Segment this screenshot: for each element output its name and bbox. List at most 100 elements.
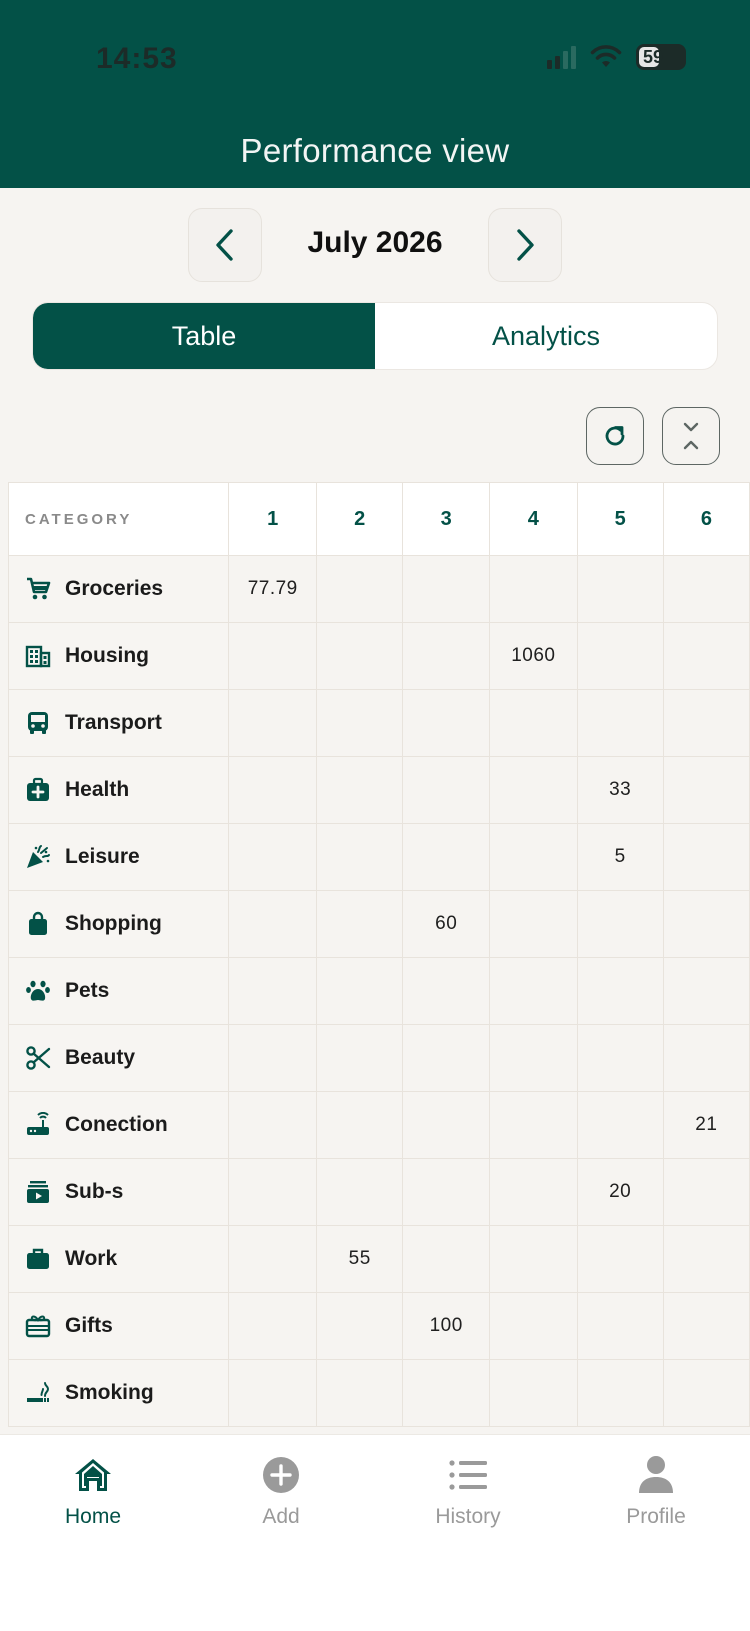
tab-add[interactable]: Add xyxy=(211,1453,351,1529)
amount-cell[interactable] xyxy=(316,756,404,824)
amount-cell[interactable] xyxy=(316,622,404,690)
category-cell[interactable]: Leisure xyxy=(8,823,230,891)
tab-profile[interactable]: Profile xyxy=(586,1453,726,1529)
amount-cell[interactable] xyxy=(402,555,491,623)
amount-cell[interactable] xyxy=(489,890,578,958)
category-cell[interactable]: Beauty xyxy=(8,1024,230,1092)
amount-cell[interactable] xyxy=(228,890,318,958)
category-cell[interactable]: Sub-s xyxy=(8,1158,230,1226)
amount-cell[interactable] xyxy=(402,1024,491,1092)
amount-cell[interactable] xyxy=(228,957,318,1025)
amount-cell[interactable]: 33 xyxy=(576,756,664,824)
amount-cell[interactable]: 1060 xyxy=(489,622,578,690)
amount-cell[interactable] xyxy=(662,957,750,1025)
amount-cell[interactable] xyxy=(662,890,750,958)
amount-cell[interactable] xyxy=(576,890,664,958)
amount-cell[interactable] xyxy=(489,1359,578,1427)
amount-cell[interactable] xyxy=(489,1091,578,1159)
amount-cell[interactable] xyxy=(489,1024,578,1092)
amount-cell[interactable] xyxy=(576,1225,664,1293)
amount-cell[interactable] xyxy=(576,555,664,623)
amount-cell[interactable] xyxy=(316,1359,404,1427)
amount-cell[interactable] xyxy=(228,1359,318,1427)
amount-cell[interactable] xyxy=(402,622,491,690)
category-cell[interactable]: Gifts xyxy=(8,1292,230,1360)
amount-cell[interactable]: 100 xyxy=(402,1292,491,1360)
amount-cell[interactable] xyxy=(316,1024,404,1092)
amount-cell[interactable] xyxy=(316,555,404,623)
amount-cell[interactable] xyxy=(662,1359,750,1427)
amount-cell[interactable] xyxy=(316,890,404,958)
amount-cell[interactable] xyxy=(228,1225,318,1293)
amount-cell[interactable] xyxy=(662,1225,750,1293)
amount-cell[interactable] xyxy=(228,823,318,891)
amount-cell[interactable] xyxy=(576,622,664,690)
amount-cell[interactable] xyxy=(489,1158,578,1226)
amount-cell[interactable] xyxy=(576,1292,664,1360)
amount-cell[interactable] xyxy=(662,756,750,824)
amount-cell[interactable] xyxy=(402,1225,491,1293)
amount-cell[interactable] xyxy=(316,957,404,1025)
amount-cell[interactable] xyxy=(489,555,578,623)
amount-cell[interactable] xyxy=(576,689,664,757)
amount-cell[interactable] xyxy=(489,1225,578,1293)
amount-cell[interactable] xyxy=(228,756,318,824)
category-cell[interactable]: Shopping xyxy=(8,890,230,958)
amount-cell[interactable] xyxy=(402,1359,491,1427)
amount-cell[interactable] xyxy=(489,756,578,824)
amount-cell[interactable] xyxy=(402,823,491,891)
category-cell[interactable]: Conection xyxy=(8,1091,230,1159)
next-month-button[interactable] xyxy=(488,208,562,282)
category-cell[interactable]: Smoking xyxy=(8,1359,230,1427)
performance-table[interactable]: CATEGORY 1 2 3 4 5 6 Groceries 77.79 Housi… xyxy=(8,482,750,1434)
amount-cell[interactable] xyxy=(662,622,750,690)
amount-cell[interactable] xyxy=(489,957,578,1025)
amount-cell[interactable] xyxy=(402,1091,491,1159)
amount-cell[interactable] xyxy=(228,1024,318,1092)
amount-cell[interactable] xyxy=(576,1359,664,1427)
amount-cell[interactable] xyxy=(489,823,578,891)
amount-cell[interactable] xyxy=(576,1024,664,1092)
amount-cell[interactable] xyxy=(316,823,404,891)
amount-cell[interactable] xyxy=(316,1091,404,1159)
amount-cell[interactable]: 20 xyxy=(576,1158,664,1226)
amount-cell[interactable] xyxy=(228,1292,318,1360)
amount-cell[interactable]: 21 xyxy=(662,1091,750,1159)
amount-cell[interactable] xyxy=(228,689,318,757)
amount-cell[interactable] xyxy=(662,823,750,891)
amount-cell[interactable] xyxy=(662,1024,750,1092)
amount-cell[interactable]: 55 xyxy=(316,1225,404,1293)
category-cell[interactable]: Transport xyxy=(8,689,230,757)
amount-cell[interactable] xyxy=(402,689,491,757)
tab-history[interactable]: History xyxy=(398,1453,538,1529)
collapse-button[interactable] xyxy=(662,407,720,465)
amount-cell[interactable] xyxy=(489,1292,578,1360)
amount-cell[interactable] xyxy=(662,1292,750,1360)
amount-cell[interactable] xyxy=(662,555,750,623)
amount-cell[interactable]: 77.79 xyxy=(228,555,318,623)
amount-cell[interactable] xyxy=(662,689,750,757)
tab-analytics[interactable]: Analytics xyxy=(375,303,717,369)
amount-cell[interactable] xyxy=(316,1292,404,1360)
category-cell[interactable]: Groceries xyxy=(8,555,230,623)
tab-home[interactable]: Home xyxy=(23,1453,163,1529)
refresh-button[interactable] xyxy=(586,407,644,465)
amount-cell[interactable] xyxy=(402,957,491,1025)
amount-cell[interactable] xyxy=(228,1158,318,1226)
amount-cell[interactable] xyxy=(576,1091,664,1159)
amount-cell[interactable] xyxy=(402,756,491,824)
amount-cell[interactable] xyxy=(489,689,578,757)
category-cell[interactable]: Pets xyxy=(8,957,230,1025)
amount-cell[interactable] xyxy=(228,622,318,690)
amount-cell[interactable]: 60 xyxy=(402,890,491,958)
category-cell[interactable]: Housing xyxy=(8,622,230,690)
amount-cell[interactable] xyxy=(228,1091,318,1159)
amount-cell[interactable] xyxy=(662,1158,750,1226)
category-cell[interactable]: Health xyxy=(8,756,230,824)
category-cell[interactable]: Work xyxy=(8,1225,230,1293)
amount-cell[interactable] xyxy=(576,957,664,1025)
amount-cell[interactable] xyxy=(402,1158,491,1226)
amount-cell[interactable]: 5 xyxy=(576,823,664,891)
amount-cell[interactable] xyxy=(316,1158,404,1226)
tab-table[interactable]: Table xyxy=(33,303,375,369)
